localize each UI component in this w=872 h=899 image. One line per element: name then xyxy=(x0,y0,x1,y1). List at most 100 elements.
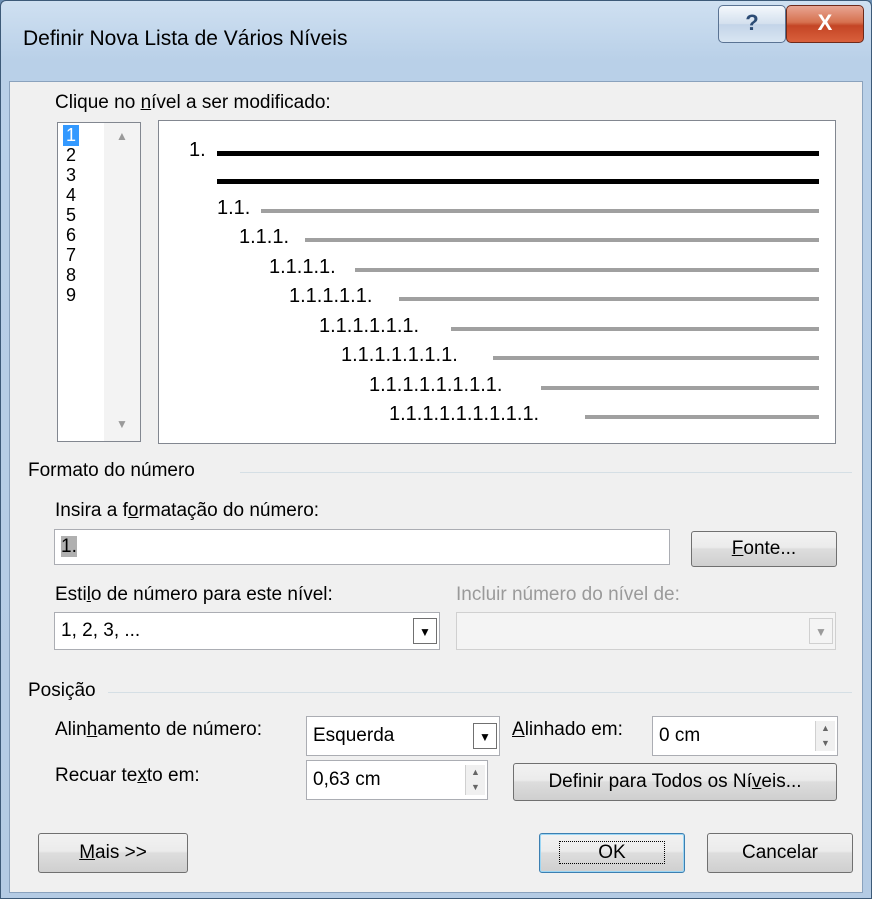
level-scrollbar[interactable]: ▲ ▼ xyxy=(104,123,140,441)
spin-up-icon[interactable]: ▲ xyxy=(465,765,485,780)
number-style-label: Estilo de número para este nível: xyxy=(55,584,333,606)
level-item-3[interactable]: 3 xyxy=(63,165,79,186)
more-button-label: ais >> xyxy=(95,842,147,863)
label-accel: A xyxy=(512,719,525,740)
level-item-5[interactable]: 5 xyxy=(63,205,79,226)
close-icon: X xyxy=(817,10,833,35)
preview-rule xyxy=(541,386,819,390)
number-alignment-select[interactable]: Esquerda ▼ xyxy=(306,716,500,756)
scroll-down-icon[interactable]: ▼ xyxy=(116,417,128,431)
preview-line: 1.1.1.1.1. xyxy=(289,285,819,313)
label-text: Recuar te xyxy=(55,765,138,786)
label-text: Insira a f xyxy=(55,500,128,521)
level-item-2[interactable]: 2 xyxy=(63,145,79,166)
level-prompt-label: Clique no nível a ser modificado: xyxy=(55,92,331,114)
level-item-4[interactable]: 4 xyxy=(63,185,79,206)
preview-rule xyxy=(261,209,819,213)
number-alignment-value: Esquerda xyxy=(313,725,395,746)
preview-line xyxy=(217,179,819,195)
preview-line: 1.1.1.1. xyxy=(269,256,819,284)
preview-rule xyxy=(451,327,819,331)
help-icon: ? xyxy=(745,10,759,35)
dialog-window: Definir Nova Lista de Vários Níveis ? X … xyxy=(0,0,872,899)
preview-number: 1.1.1. xyxy=(239,226,292,249)
level-prompt-text: Clique no xyxy=(55,92,141,113)
number-format-input[interactable]: 1. xyxy=(54,529,670,565)
include-level-label: Incluir número do nível de: xyxy=(456,584,680,605)
include-level-select[interactable]: ▼ xyxy=(456,612,836,650)
level-item-7[interactable]: 7 xyxy=(63,245,79,266)
scroll-up-icon[interactable]: ▲ xyxy=(116,129,128,143)
number-format-input-label: Insira a formatação do número: xyxy=(55,500,319,522)
label-text-2: o de número para este nível: xyxy=(90,584,333,605)
spin-down-icon[interactable]: ▼ xyxy=(815,736,835,751)
number-format-value: 1. xyxy=(61,536,77,557)
button-accel: v xyxy=(751,771,762,792)
preview-rule xyxy=(355,268,819,272)
indent-value: 0,63 cm xyxy=(313,769,381,790)
indent-label: Recuar texto em: xyxy=(55,765,200,787)
ok-button[interactable]: OK xyxy=(539,833,685,873)
number-format-section-title: Formato do número xyxy=(28,460,195,481)
label-text: Alin xyxy=(55,719,87,740)
position-section-title: Posição xyxy=(28,680,96,701)
preview-line: 1.1.1.1.1.1. xyxy=(319,315,819,343)
close-button[interactable]: X xyxy=(786,5,864,43)
number-style-select[interactable]: 1, 2, 3, ... ▼ xyxy=(54,612,440,650)
preview-rule xyxy=(217,151,819,156)
level-listbox[interactable]: 1 2 3 4 5 6 7 8 9 ▲ ▼ xyxy=(57,122,141,442)
level-item-1[interactable]: 1 xyxy=(63,125,80,146)
chevron-down-icon[interactable]: ▼ xyxy=(473,723,497,749)
cancel-button[interactable]: Cancelar xyxy=(707,833,853,873)
preview-number: 1.1.1.1.1.1.1. xyxy=(341,344,460,367)
dialog-body: Clique no nível a ser modificado: 1 2 3 … xyxy=(9,81,863,893)
aligned-at-label: Alinhado em: xyxy=(512,719,623,741)
number-alignment-label: Alinhamento de número: xyxy=(55,719,262,741)
font-button-accel: F xyxy=(731,538,744,559)
preview-line: 1.1.1.1.1.1.1.1. xyxy=(369,374,819,402)
font-button[interactable]: Fonte... xyxy=(691,531,837,567)
preview-line: 1.1.1.1.1.1.1.1.1. xyxy=(389,403,819,431)
more-button-accel: M xyxy=(79,842,96,863)
chevron-down-icon[interactable]: ▼ xyxy=(809,618,833,644)
set-all-levels-button[interactable]: Definir para Todos os Níveis... xyxy=(513,763,837,801)
more-button[interactable]: Mais >> xyxy=(38,833,188,873)
preview-rule xyxy=(493,356,819,360)
level-item-8[interactable]: 8 xyxy=(63,265,79,286)
indent-input[interactable]: 0,63 cm ▲ ▼ xyxy=(306,760,488,800)
spin-up-icon[interactable]: ▲ xyxy=(815,721,835,736)
number-style-value: 1, 2, 3, ... xyxy=(61,620,141,641)
preview-number: 1. xyxy=(189,139,208,162)
button-label-2: eis... xyxy=(761,771,802,792)
spin-down-icon[interactable]: ▼ xyxy=(465,780,485,795)
preview-rule xyxy=(399,297,819,301)
level-item-6[interactable]: 6 xyxy=(63,225,79,246)
help-button[interactable]: ? xyxy=(718,5,786,43)
preview-line: 1.1. xyxy=(217,197,819,225)
level-prompt-accel: n xyxy=(140,92,152,113)
section-divider xyxy=(108,692,852,693)
chevron-down-icon[interactable]: ▼ xyxy=(413,618,437,644)
level-item-9[interactable]: 9 xyxy=(63,285,79,306)
label-text-2: amento de número: xyxy=(97,719,263,740)
preview-number: 1.1.1.1.1.1.1.1. xyxy=(369,374,505,397)
label-accel: o xyxy=(127,500,139,521)
font-button-label: onte... xyxy=(743,538,797,559)
preview-line: 1.1.1. xyxy=(239,226,819,254)
title-bar[interactable]: Definir Nova Lista de Vários Níveis ? X xyxy=(1,1,871,81)
preview-number: 1.1.1.1.1.1.1.1.1. xyxy=(389,403,542,426)
list-preview: 1. 1.1. 1.1.1. 1.1.1.1. 1.1.1.1.1. 1.1.1… xyxy=(158,120,836,444)
label-accel: x xyxy=(137,765,147,786)
aligned-at-input[interactable]: 0 cm ▲ ▼ xyxy=(652,716,838,756)
label-accel: h xyxy=(86,719,98,740)
label-text-2: rmatação do número: xyxy=(138,500,320,521)
preview-line: 1.1.1.1.1.1.1. xyxy=(341,344,819,372)
label-text: linhado em: xyxy=(524,719,623,740)
window-title: Definir Nova Lista de Vários Níveis xyxy=(23,27,348,50)
button-label: Definir para Todos os Ní xyxy=(548,771,752,792)
section-divider xyxy=(240,472,852,473)
preview-rule xyxy=(217,179,819,184)
label-text: Esti xyxy=(55,584,87,605)
preview-rule xyxy=(585,415,819,419)
level-prompt-text-2: ível a ser modificado: xyxy=(151,92,331,113)
